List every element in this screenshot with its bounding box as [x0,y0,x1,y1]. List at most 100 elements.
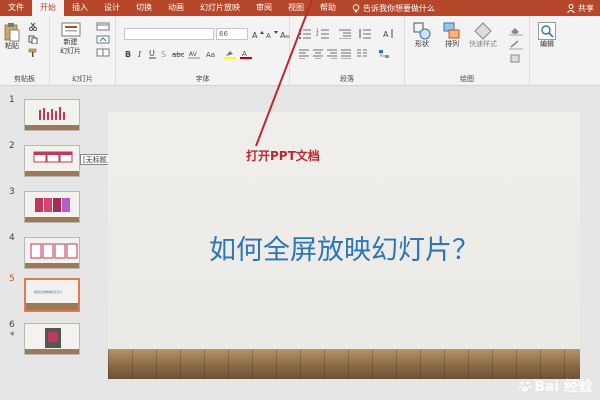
section-icon[interactable] [96,48,110,57]
slide-thumbnail-1-preview [25,107,79,130]
svg-text:A: A [383,30,389,39]
align-center-icon[interactable] [312,49,324,59]
shapes-icon [413,22,431,40]
search-icon [538,22,556,40]
slide-canvas[interactable]: 如何全屏放映幻灯片？ [108,112,580,379]
paste-button[interactable]: 粘贴 [4,22,20,51]
reset-icon[interactable] [96,35,110,44]
clipboard-group: 粘贴 剪贴板 [0,16,50,86]
indent-icon[interactable] [338,28,352,39]
clear-format-icon[interactable]: A [280,30,290,39]
shadow-icon[interactable]: S [160,49,170,59]
tell-me-box[interactable]: 告诉我你想要做什么 [352,3,435,14]
slide-thumbnail-pane: 1 2 3 4 5 如何全屏放映幻灯片？ 6 * [0,87,100,400]
tab-slideshow[interactable]: 幻灯片放映 [192,0,248,16]
powerpoint-window: 文件 开始 插入 设计 切换 动画 幻灯片放映 审阅 视图 帮助 告诉我你想要做… [0,0,600,400]
svg-text:A: A [242,50,247,58]
tab-review[interactable]: 审阅 [248,0,280,16]
svg-text:abc: abc [172,51,184,59]
layout-icon[interactable] [96,22,110,31]
shape-fill-icon[interactable] [509,26,523,36]
quick-styles-icon [474,22,492,40]
shape-button[interactable]: 形状 [413,22,431,49]
shape-effects-icon[interactable] [509,54,523,64]
svg-text:A: A [266,32,271,39]
line-spacing-icon[interactable] [358,28,372,39]
tab-help[interactable]: 帮助 [312,0,344,16]
watermark-text: Bai 经验 [534,379,592,395]
quick-styles-button[interactable]: 快速样式 [469,22,497,49]
font-size-field[interactable]: 66 [216,28,248,40]
drawing-group: 形状 排列 快速样式 绘图 [405,16,530,86]
tab-home[interactable]: 开始 [32,0,64,16]
text-direction-icon[interactable]: A [382,28,396,39]
shape-outline-icon[interactable] [509,40,523,50]
slide-thumbnail-6-preview [25,328,79,354]
tab-insert[interactable]: 插入 [64,0,96,16]
tab-animations[interactable]: 动画 [160,0,192,16]
person-icon [567,3,575,13]
tab-file[interactable]: 文件 [0,0,32,16]
format-painter-icon[interactable] [28,48,38,57]
bold-icon[interactable]: B [124,49,134,59]
shrink-font-icon[interactable]: A [266,30,278,39]
font-color-icon[interactable]: A [240,49,252,59]
share-label: 共享 [578,3,594,13]
slide-thumbnail-2-preview [25,151,79,176]
columns-icon[interactable] [356,49,368,59]
svg-text:Aa: Aa [206,51,215,59]
copy-icon[interactable] [28,35,38,44]
new-slide-button[interactable]: 新建 幻灯片 [60,22,81,56]
cut-icon[interactable] [28,22,38,31]
tab-view[interactable]: 视图 [280,0,312,16]
edit-label: 编辑 [540,40,554,48]
tab-transitions[interactable]: 切换 [128,0,160,16]
slide-number-1: 1 [9,95,15,105]
underline-icon[interactable]: U [148,49,158,59]
baidu-watermark: Bai 经验 [518,376,592,396]
italic-icon[interactable]: I [136,49,146,59]
slide-thumbnail-6[interactable] [24,323,80,355]
slide-thumbnail-2[interactable] [24,145,80,177]
slides-group: 新建 幻灯片 幻灯片 [50,16,116,86]
slide-thumbnail-3[interactable] [24,191,80,223]
slide-thumbnail-4-preview [25,243,79,268]
paragraph-group-label: 段落 [340,75,354,83]
slide-title[interactable]: 如何全屏放映幻灯片？ [108,228,580,267]
slide-number-2: 2 [9,141,15,151]
arrange-button[interactable]: 排列 [443,22,461,49]
svg-text:S: S [161,50,166,59]
drawing-group-label: 绘图 [460,75,474,83]
svg-text:AV: AV [189,51,198,58]
new-slide-label: 新建 幻灯片 [60,38,81,55]
slide-thumbnail-4[interactable] [24,237,80,269]
align-right-icon[interactable] [326,49,338,59]
justify-icon[interactable] [340,49,352,59]
slide-thumbnail-5-floor [26,303,78,310]
bullets-icon[interactable] [298,28,312,39]
highlight-icon[interactable] [224,49,236,59]
share-button[interactable]: 共享 [567,0,594,16]
paragraph-group: 12 A 段落 [290,16,405,86]
numbering-icon[interactable]: 12 [316,28,330,39]
quick-styles-label: 快速样式 [469,40,497,48]
arrange-label: 排列 [445,40,459,48]
char-spacing-icon[interactable]: AV [188,49,200,59]
slide-thumbnail-1[interactable] [24,99,80,131]
grow-font-icon[interactable]: A [252,30,264,39]
strikethrough-icon[interactable]: abc [172,49,184,59]
font-name-field[interactable] [124,28,214,40]
slide-number-3: 3 [9,187,15,197]
slide-thumbnail-5[interactable]: 如何全屏放映幻灯片？ [24,278,80,312]
slide-number-4: 4 [9,233,15,243]
font-group: 66 A A A B I U S abc AV Aa A 字体 [116,16,290,86]
align-left-icon[interactable] [298,49,310,59]
edit-button[interactable]: 编辑 [538,22,556,49]
paste-icon [4,23,20,42]
clipboard-group-label: 剪贴板 [14,75,35,83]
change-case-icon[interactable]: Aa [206,49,218,59]
smartart-icon[interactable] [378,49,390,59]
tell-me-text: 告诉我你想要做什么 [363,3,435,13]
tab-design[interactable]: 设计 [96,0,128,16]
paste-label: 粘贴 [5,42,19,50]
